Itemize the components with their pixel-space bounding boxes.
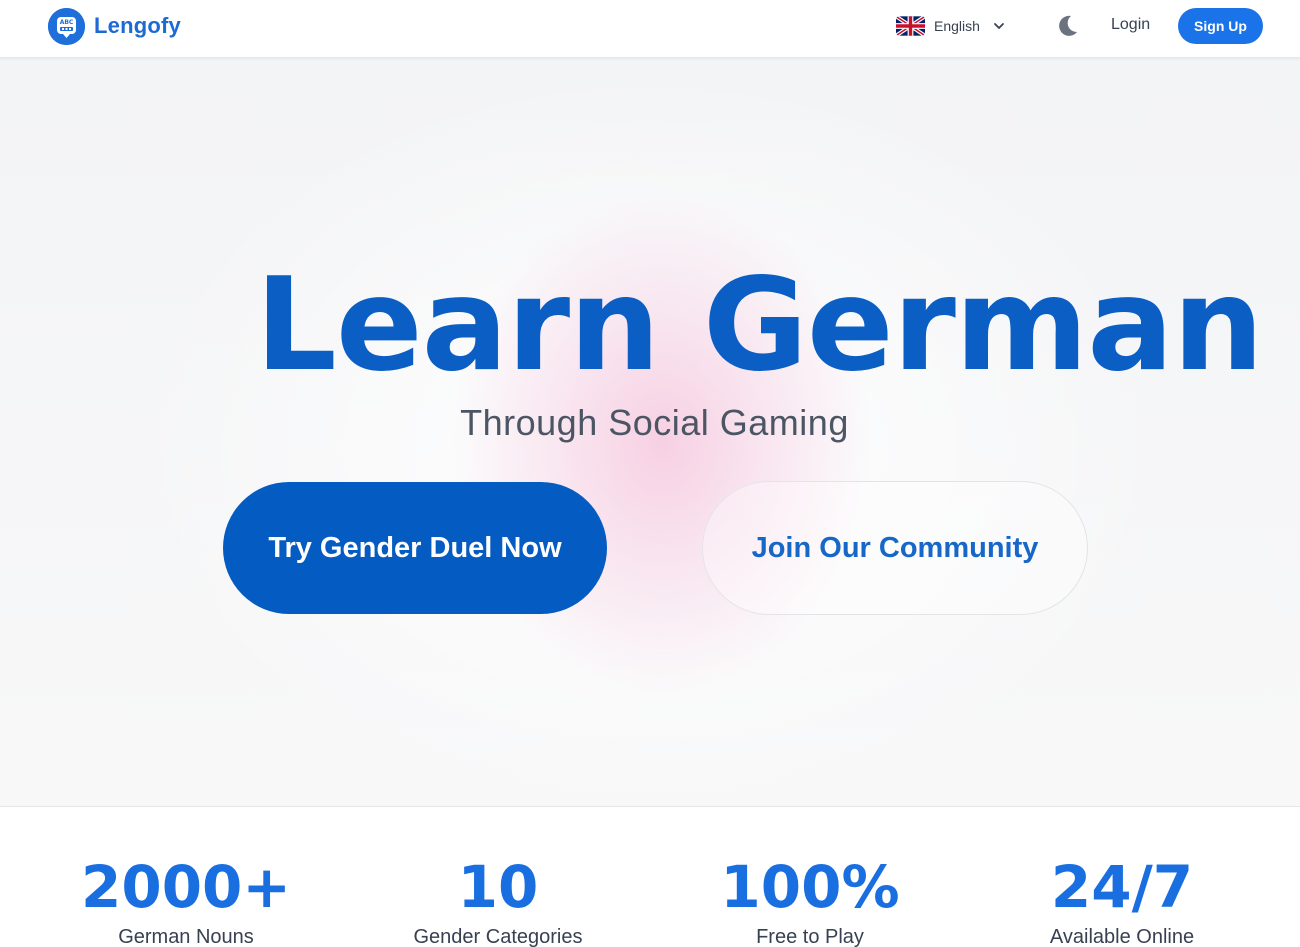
stat-value: 10 xyxy=(457,853,539,921)
language-label: English xyxy=(934,18,980,34)
chat-bubble-icon: ABC xyxy=(48,7,85,45)
uk-flag-icon xyxy=(896,16,925,36)
brand-name: Lengofy xyxy=(94,13,181,38)
logo-link[interactable]: ABC Lengofy xyxy=(48,7,181,45)
stat-categories: 10 Gender Categories xyxy=(342,855,654,947)
stat-value: 24/7 xyxy=(1050,853,1194,921)
signup-button[interactable]: Sign Up xyxy=(1178,8,1263,44)
stat-free: 100% Free to Play xyxy=(654,855,966,947)
stat-availability: 24/7 Available Online xyxy=(966,855,1278,947)
language-selector[interactable]: English xyxy=(896,14,1006,38)
stat-label: Free to Play xyxy=(756,926,864,947)
hero-title: Learn German xyxy=(255,251,1263,400)
hero-section: Learn German Through Social Gaming Try G… xyxy=(0,58,1300,806)
login-link[interactable]: Login xyxy=(1111,16,1150,34)
stat-label: Available Online xyxy=(1049,926,1195,947)
stat-value: 2000+ xyxy=(80,853,292,921)
try-gender-duel-button[interactable]: Try Gender Duel Now xyxy=(223,482,607,614)
stat-value: 100% xyxy=(720,853,900,921)
chevron-down-icon xyxy=(994,23,1004,29)
moon-icon[interactable] xyxy=(1054,13,1080,39)
stat-label: Gender Categories xyxy=(413,926,583,947)
stats-section: 2000+ German Nouns 10 Gender Categories … xyxy=(0,806,1300,947)
hero-subtitle: Through Social Gaming xyxy=(460,402,849,443)
logo-badge-text: ABC xyxy=(60,19,74,26)
logo-icon: ABC xyxy=(48,7,85,45)
join-community-button[interactable]: Join Our Community xyxy=(702,481,1088,615)
stat-nouns: 2000+ German Nouns xyxy=(30,855,342,947)
stat-label: German Nouns xyxy=(118,926,254,947)
site-header: ABC Lengofy English Login Sign Up xyxy=(0,0,1300,58)
